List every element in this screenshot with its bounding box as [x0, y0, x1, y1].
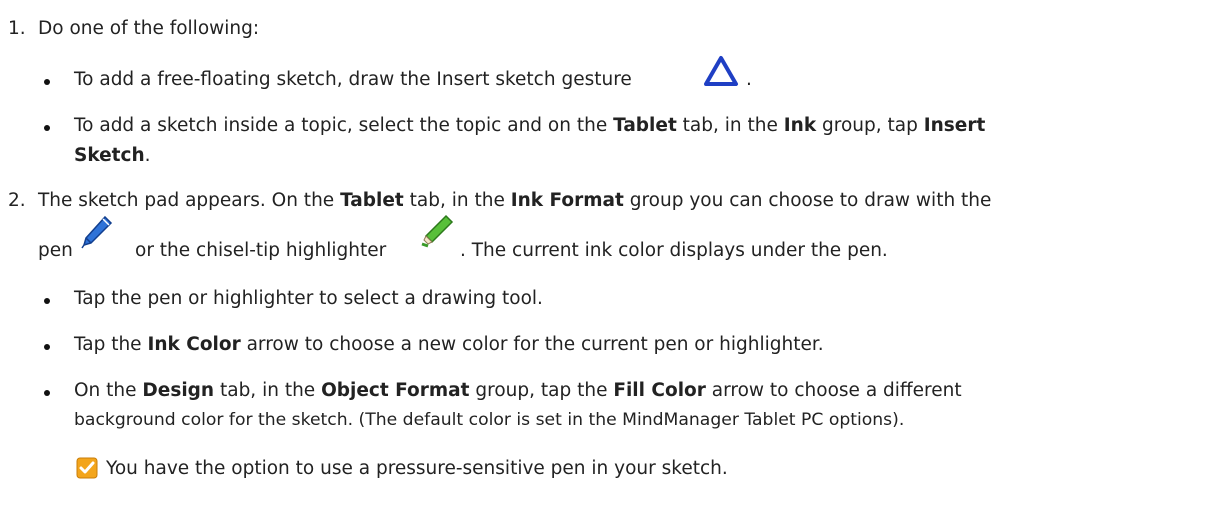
bullet: [44, 344, 50, 350]
text: arrow to choose a new color for the curr…: [240, 334, 824, 355]
text: tab, in the: [676, 115, 784, 136]
step-2-line-2-highlighter-label: or the chisel-tip highlighter: [135, 240, 387, 261]
step-2-bullet-3-line-2: background color for the sketch. (The de…: [74, 410, 905, 430]
step-2-line-2-pen-label: pen: [38, 240, 73, 261]
step-2-number: 2.: [8, 190, 26, 211]
text: tab, in the: [214, 380, 322, 401]
bold-text: Sketch: [74, 145, 145, 166]
step-2-line-2-end: . The current ink color displays under t…: [460, 240, 888, 261]
text: arrow to choose a different: [705, 380, 962, 401]
text: On the: [74, 380, 143, 401]
step-2-bullet-2: Tap the Ink Color arrow to choose a new …: [74, 334, 824, 355]
bold-text: Ink Format: [510, 190, 624, 211]
bold-text: Tablet: [340, 190, 404, 211]
step-1-bullet-2-line-2: Sketch.: [74, 145, 151, 166]
bullet-text: To add a free-floating sketch, draw the …: [74, 69, 632, 90]
checkbox-tip-icon: [76, 457, 98, 479]
step-1-number: 1.: [8, 18, 26, 39]
pen-icon: [81, 215, 113, 249]
step-1-text: Do one of the following:: [38, 18, 260, 39]
step-1-bullet-2-line-1: To add a sketch inside a topic, select t…: [74, 115, 985, 136]
bold-text: Ink: [783, 115, 817, 136]
text: Tap the: [74, 334, 148, 355]
text: group, tap: [816, 115, 924, 136]
text: .: [144, 145, 151, 166]
text: tab, in the: [403, 190, 511, 211]
step-2-bullet-3-line-1: On the Design tab, in the Object Format …: [74, 380, 962, 401]
bullet: [44, 298, 50, 304]
step-1-bullet-1: To add a free-floating sketch, draw the …: [74, 69, 632, 90]
text: group you can choose to draw with the: [623, 190, 992, 211]
bold-text: Tablet: [613, 115, 677, 136]
text: group, tap the: [469, 380, 614, 401]
text: The sketch pad appears. On the: [38, 190, 341, 211]
bold-text: Ink Color: [147, 334, 241, 355]
step-2-bullet-1: Tap the pen or highlighter to select a d…: [74, 288, 543, 309]
bold-text: Fill Color: [613, 380, 706, 401]
bold-text: Insert: [923, 115, 986, 136]
highlighter-icon: [421, 214, 454, 248]
bold-text: Object Format: [321, 380, 470, 401]
bullet: [44, 125, 50, 131]
tip-text: You have the option to use a pressure-se…: [106, 458, 728, 479]
step-2-line-1: The sketch pad appears. On the Tablet ta…: [38, 190, 991, 211]
bold-text: Design: [142, 380, 215, 401]
bullet: [44, 390, 50, 396]
triangle-gesture-icon: [704, 56, 738, 86]
text: To add a sketch inside a topic, select t…: [74, 115, 614, 136]
step-1-bullet-1-end: .: [746, 69, 752, 90]
bullet: [44, 79, 50, 85]
